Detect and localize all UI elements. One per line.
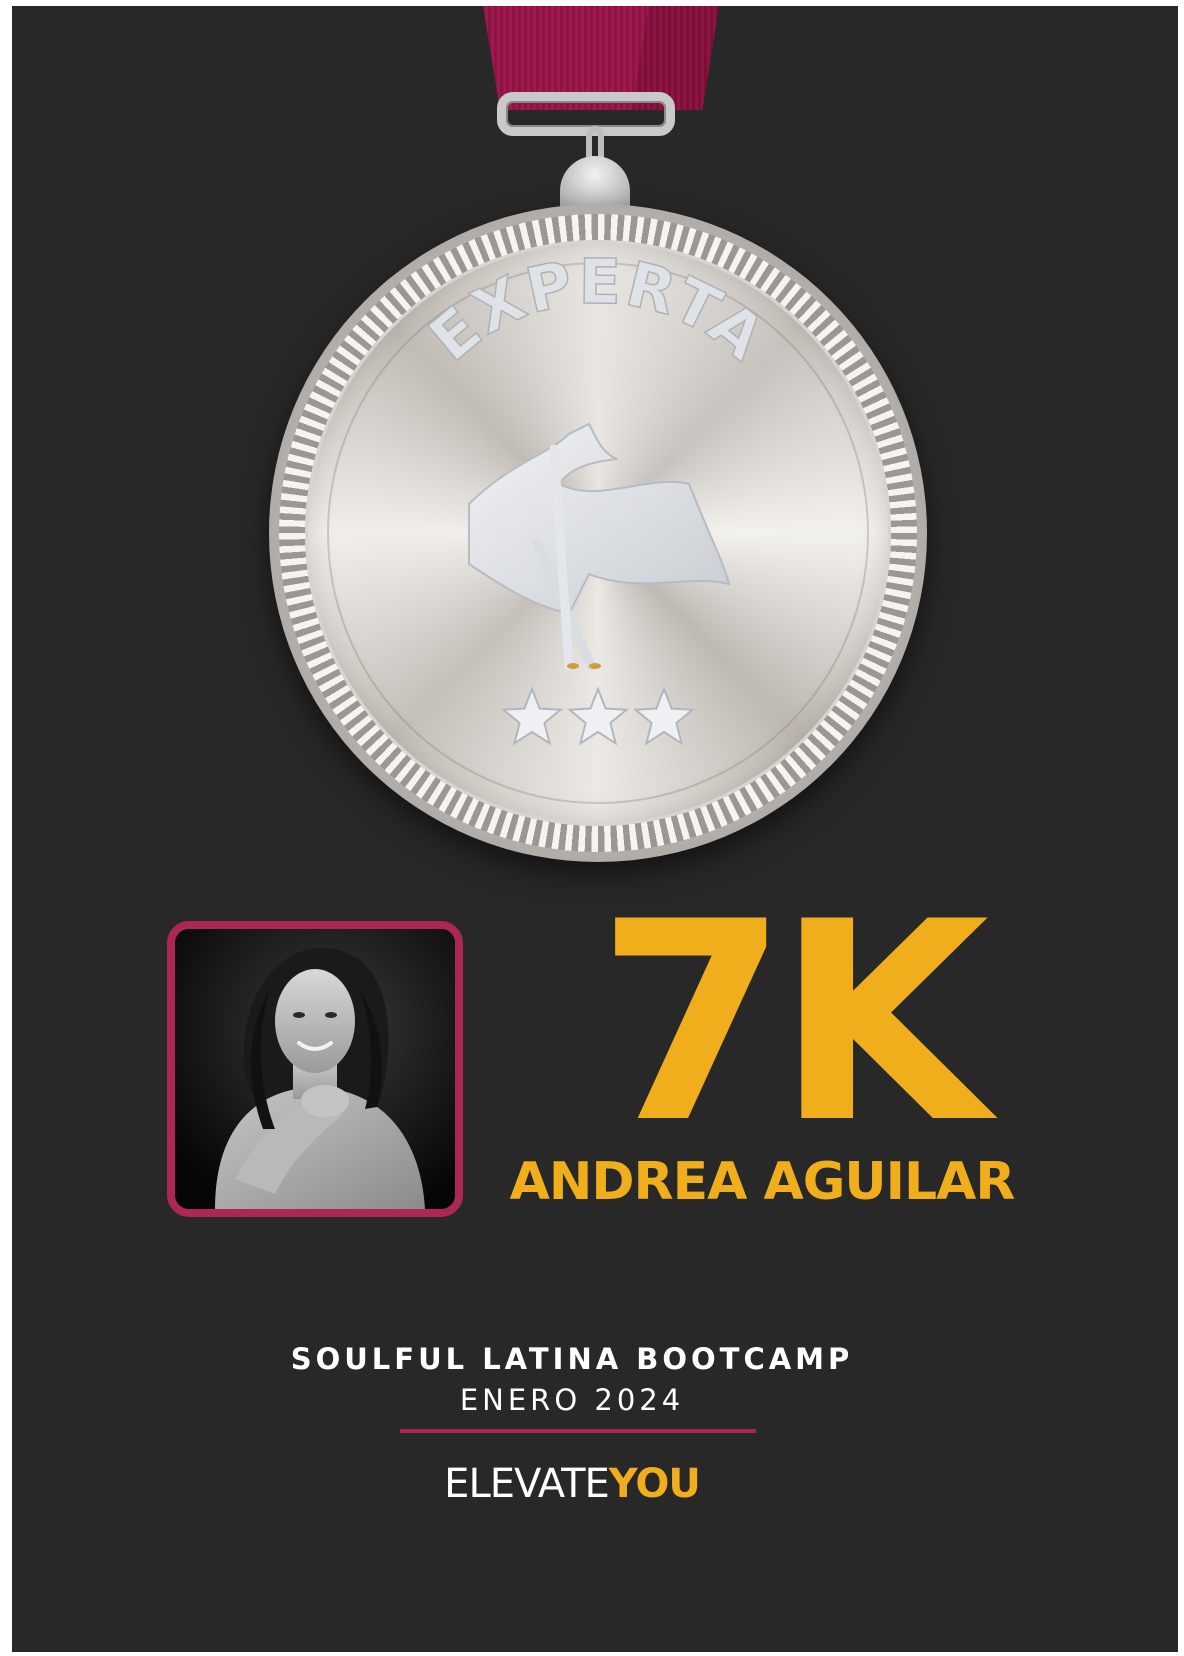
medal-stars	[500, 686, 696, 746]
star-icon	[500, 686, 564, 746]
flag-icon	[468, 422, 731, 671]
distance-headline: 7K	[596, 863, 989, 1183]
medal-title: EXPERTA	[416, 245, 780, 375]
event-name: SOULFUL LATINA BOOTCAMP	[290, 1342, 854, 1376]
participant-name: ANDREA AGUILAR	[509, 1152, 1016, 1212]
star-icon	[566, 686, 630, 746]
divider	[400, 1429, 756, 1433]
medal-emblem: EXPERTA	[415, 244, 780, 746]
star-icon	[632, 686, 696, 746]
brand-logo: ELEVATEYOU	[12, 1461, 1132, 1507]
medal-hanger-bar	[497, 92, 675, 136]
certificate-card: EXPERTA 7K ANDREA AGUILAR SOULFUL LATINA…	[12, 6, 1178, 1652]
brand-suffix: YOU	[608, 1461, 701, 1507]
event-date: ENERO 2024	[459, 1383, 685, 1417]
profile-photo	[175, 929, 455, 1209]
brand-prefix: ELEVATE	[444, 1461, 610, 1507]
medal: EXPERTA	[269, 204, 927, 862]
profile-photo-frame	[167, 921, 463, 1217]
